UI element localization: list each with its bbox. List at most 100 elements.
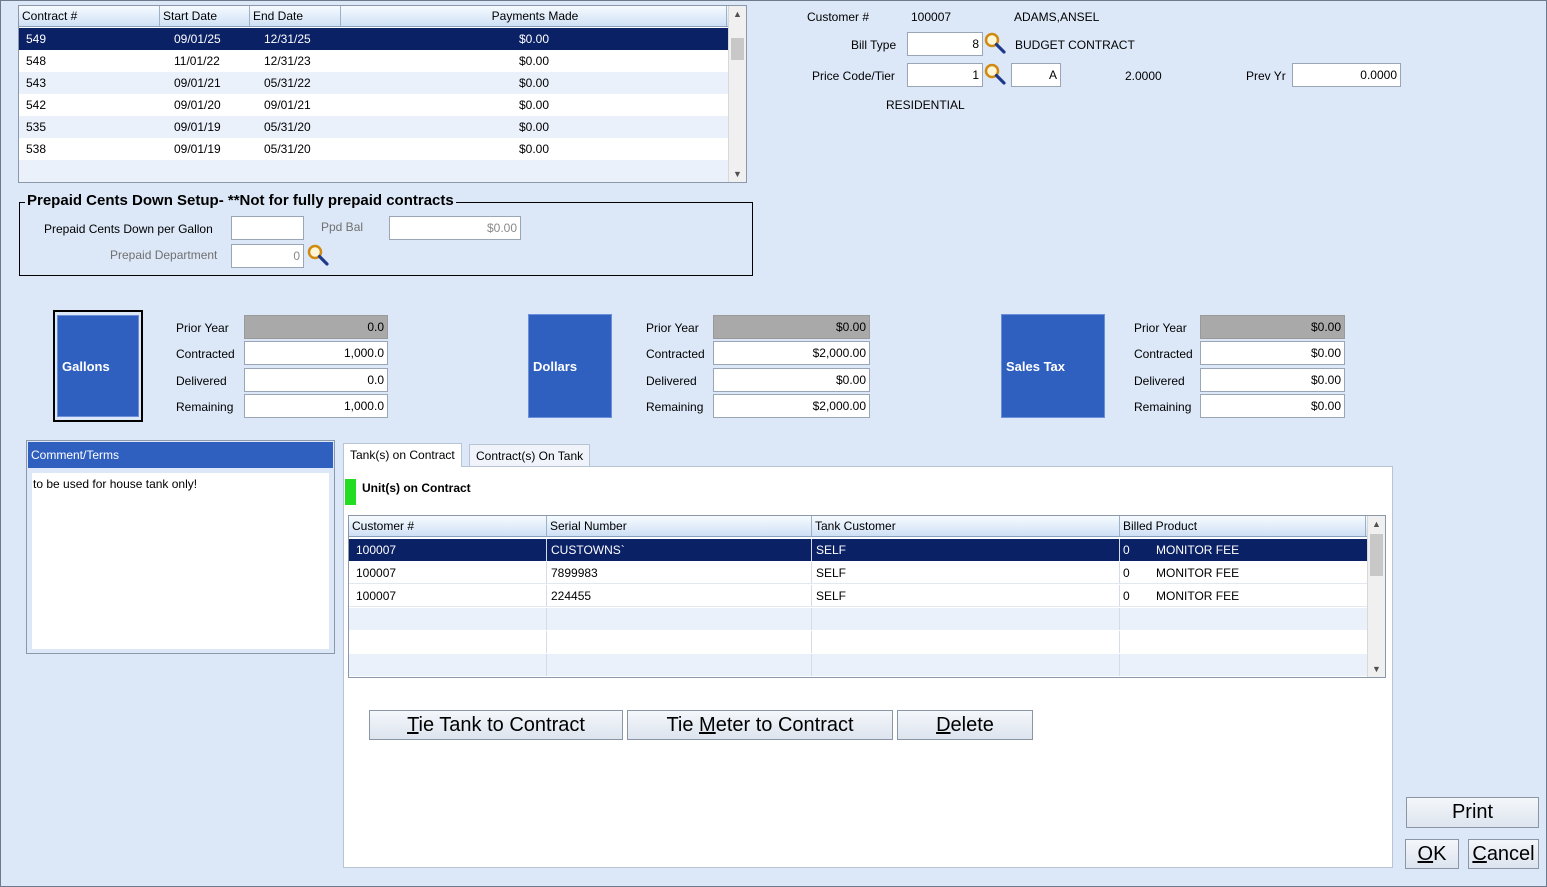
contract-row[interactable]: 538 09/01/19 05/31/20 $0.00 — [19, 138, 728, 160]
contract-number: 548 — [26, 54, 47, 68]
column-header-billed-product[interactable]: Billed Product — [1120, 516, 1366, 536]
column-header-start-date[interactable]: Start Date — [160, 6, 250, 26]
scrollbar-thumb[interactable] — [731, 38, 744, 60]
contract-row[interactable]: 535 09/01/19 05/31/20 $0.00 — [19, 116, 728, 138]
gallons-prior-year-label: Prior Year — [176, 321, 229, 335]
dollars-delivered-field[interactable]: $0.00 — [713, 368, 870, 392]
contract-start-date: 09/01/19 — [174, 142, 221, 156]
contracts-grid[interactable]: Contract # Start Date End Date Payments … — [18, 5, 747, 183]
tab-tanks-on-contract[interactable]: Tank(s) on Contract — [343, 443, 462, 467]
bill-type-description: BUDGET CONTRACT — [1015, 38, 1135, 52]
contract-number: 543 — [26, 76, 47, 90]
gallons-contracted-field[interactable]: 1,000.0 — [244, 341, 388, 365]
unit-row-empty — [349, 608, 1367, 630]
units-grid[interactable]: Customer # Serial Number Tank Customer B… — [348, 515, 1386, 678]
prepaid-department-label: Prepaid Department — [110, 248, 218, 262]
unit-billed-product: MONITOR FEE — [1156, 543, 1240, 557]
contract-end-date: 05/31/20 — [264, 120, 311, 134]
chevron-down-icon[interactable]: ▼ — [1368, 661, 1385, 677]
contract-end-date: 05/31/20 — [264, 142, 311, 156]
unit-status-indicator — [345, 479, 356, 505]
unit-customer: 100007 — [349, 539, 547, 561]
sales-tax-delivered-label: Delivered — [1134, 374, 1185, 388]
magnifier-icon[interactable] — [984, 62, 1006, 86]
chevron-down-icon[interactable]: ▼ — [729, 166, 746, 182]
sales-tax-contracted-field[interactable]: $0.00 — [1200, 341, 1345, 365]
column-header-end-date[interactable]: End Date — [250, 6, 341, 26]
gallons-delivered-field[interactable]: 0.0 — [244, 368, 388, 392]
tier-field[interactable]: A — [1011, 63, 1061, 87]
tie-meter-to-contract-button[interactable]: Tie Meter to Contract — [627, 710, 893, 740]
gallons-contracted-label: Contracted — [176, 347, 235, 361]
contract-start-date: 09/01/21 — [174, 76, 221, 90]
contract-row[interactable]: 549 09/01/25 12/31/25 $0.00 — [19, 28, 728, 50]
price-code-description: RESIDENTIAL — [886, 98, 965, 112]
contract-payments: $0.00 — [518, 76, 550, 90]
sales-tax-remaining-field[interactable]: $0.00 — [1200, 394, 1345, 418]
bill-type-field[interactable]: 8 — [907, 32, 983, 56]
contract-payments: $0.00 — [518, 142, 550, 156]
sales-tax-delivered-field[interactable]: $0.00 — [1200, 368, 1345, 392]
dollars-delivered-label: Delivered — [646, 374, 697, 388]
chevron-up-icon[interactable]: ▲ — [1368, 516, 1385, 532]
units-title: Unit(s) on Contract — [362, 481, 471, 495]
column-header-contract[interactable]: Contract # — [19, 6, 160, 26]
units-scrollbar[interactable]: ▲ ▼ — [1367, 516, 1385, 677]
comment-textarea[interactable]: to be used for house tank only! — [32, 473, 329, 649]
sales-tax-button[interactable]: Sales Tax — [1001, 314, 1105, 418]
dollars-remaining-label: Remaining — [646, 400, 704, 414]
dollars-contracted-field[interactable]: $2,000.00 — [713, 341, 870, 365]
contract-start-date: 09/01/19 — [174, 120, 221, 134]
ppd-bal-label: Ppd Bal — [321, 220, 364, 234]
contracts-scrollbar[interactable]: ▲ ▼ — [728, 6, 746, 182]
column-header-tank-customer[interactable]: Tank Customer — [812, 516, 1120, 536]
unit-billed-product: MONITOR FEE — [1156, 566, 1240, 580]
price-code-label: Price Code/Tier — [812, 69, 895, 83]
price-code-field[interactable]: 1 — [907, 63, 983, 87]
dollars-button[interactable]: Dollars — [528, 314, 612, 418]
column-header-payments-made[interactable]: Payments Made — [341, 6, 727, 26]
prev-yr-label: Prev Yr — [1246, 69, 1286, 83]
customer-number: 100007 — [911, 10, 952, 24]
contracts-grid-header: Contract # Start Date End Date Payments … — [19, 6, 728, 27]
magnifier-icon[interactable] — [307, 243, 329, 267]
unit-serial: CUSTOWNS` — [547, 539, 812, 561]
unit-tank-customer: SELF — [812, 539, 1120, 561]
tie-tank-to-contract-button[interactable]: Tie Tank to Contract — [369, 710, 623, 740]
unit-row[interactable]: 100007 CUSTOWNS` SELF 0 MONITOR FEE — [349, 539, 1367, 561]
dollars-contracted-label: Contracted — [646, 347, 705, 361]
scrollbar-thumb[interactable] — [1370, 534, 1383, 576]
unit-row[interactable]: 100007 7899983 SELF 0 MONITOR FEE — [349, 562, 1367, 584]
chevron-up-icon[interactable]: ▲ — [729, 6, 746, 22]
contract-row[interactable]: 542 09/01/20 09/01/21 $0.00 — [19, 94, 728, 116]
tab-contracts-on-tank[interactable]: Contract(s) On Tank — [469, 444, 591, 467]
delete-button[interactable]: Delete — [897, 710, 1033, 740]
unit-serial: 224455 — [547, 585, 812, 606]
unit-billed-product: MONITOR FEE — [1156, 589, 1240, 603]
contract-end-date: 05/31/22 — [264, 76, 311, 90]
print-button[interactable]: Print — [1406, 797, 1539, 828]
column-header-serial-number[interactable]: Serial Number — [547, 516, 812, 536]
unit-tank-customer: SELF — [812, 585, 1120, 606]
prepaid-cents-field[interactable] — [231, 216, 304, 240]
prev-yr-field[interactable]: 0.0000 — [1292, 63, 1401, 87]
comment-panel: Comment/Terms to be used for house tank … — [26, 440, 335, 654]
cancel-button[interactable]: Cancel — [1468, 839, 1539, 869]
gallons-delivered-label: Delivered — [176, 374, 227, 388]
contract-payments: $0.00 — [518, 120, 550, 134]
gallons-prior-year-field: 0.0 — [244, 315, 388, 339]
column-header-customer[interactable]: Customer # — [349, 516, 547, 536]
gallons-button[interactable]: Gallons — [57, 315, 139, 417]
magnifier-icon[interactable] — [984, 31, 1006, 55]
contract-number: 549 — [26, 32, 47, 46]
unit-row[interactable]: 100007 224455 SELF 0 MONITOR FEE — [349, 585, 1367, 607]
bill-type-label: Bill Type — [851, 38, 897, 52]
contract-row[interactable]: 548 11/01/22 12/31/23 $0.00 — [19, 50, 728, 72]
ok-button[interactable]: OK — [1405, 839, 1459, 869]
dollars-remaining-field[interactable]: $2,000.00 — [713, 394, 870, 418]
unit-serial: 7899983 — [547, 562, 812, 583]
unit-billed-qty: 0 — [1123, 566, 1130, 580]
dollars-prior-year-label: Prior Year — [646, 321, 699, 335]
gallons-remaining-field[interactable]: 1,000.0 — [244, 394, 388, 418]
contract-row[interactable]: 543 09/01/21 05/31/22 $0.00 — [19, 72, 728, 94]
